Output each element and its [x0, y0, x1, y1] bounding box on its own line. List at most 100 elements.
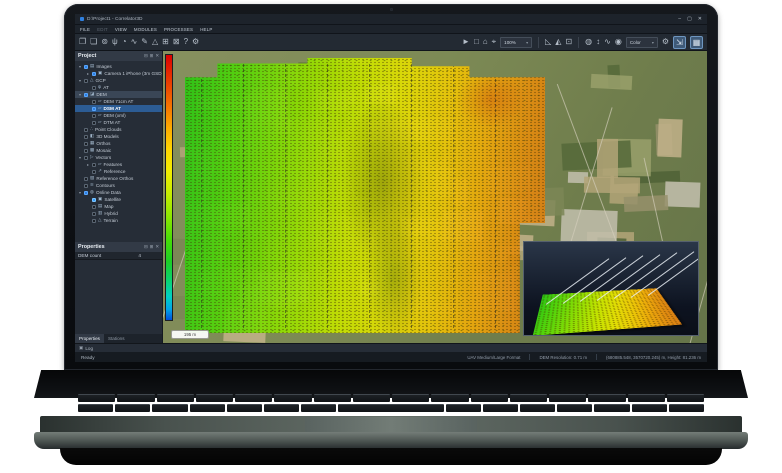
project-settings-icon[interactable]: ⊚ [101, 38, 108, 46]
tree-item-vectors[interactable]: ▾▷Vectors [75, 154, 162, 161]
close-button[interactable]: ✕ [698, 16, 702, 22]
tree-checkbox[interactable] [92, 114, 96, 118]
tree-checkbox[interactable] [84, 156, 88, 160]
orbit-3d-icon[interactable]: ◍ [585, 38, 592, 46]
menu-edit[interactable]: EDIT [97, 27, 108, 32]
measure-area-icon[interactable]: ◭ [555, 38, 561, 46]
map-viewport[interactable]: 195 m [163, 51, 707, 343]
dem-extraction-icon[interactable]: ◔ [122, 38, 127, 46]
menu-modules[interactable]: MODULES [134, 27, 157, 32]
close-icon[interactable]: ✕ [155, 244, 159, 250]
feature-extraction-icon[interactable]: ✎ [141, 38, 148, 46]
tree-item-images[interactable]: ▾▤Images [75, 63, 162, 70]
fullscreen-button[interactable]: ⇲ [673, 36, 686, 49]
exaggeration-icon[interactable]: ↕ [596, 38, 600, 46]
tree-item-reference-orthos[interactable]: ▧Reference Orthos [75, 175, 162, 182]
tree-item-gcp[interactable]: ▾△GCP [75, 77, 162, 84]
tree-checkbox[interactable] [92, 212, 96, 216]
tree-checkbox[interactable] [84, 177, 88, 181]
tree-item-online-data[interactable]: ▾◍Online Data [75, 189, 162, 196]
tree-checkbox[interactable] [92, 107, 96, 111]
tree-expand-icon[interactable]: ▾ [78, 64, 82, 69]
tree-checkbox[interactable] [84, 135, 88, 139]
aerial-triangulation-icon[interactable]: ψ [112, 38, 118, 46]
tree-item-satellite[interactable]: ▣Satellite [75, 196, 162, 203]
open-project-icon[interactable]: ❐ [79, 38, 86, 46]
mosaic-creation-icon[interactable]: ⊠ [173, 38, 180, 46]
tree-expand-icon[interactable]: ▾ [78, 190, 82, 195]
home-extents-icon[interactable]: ⌂ [483, 38, 488, 46]
zoom-icon[interactable]: ⌖ [492, 38, 497, 46]
tab-stations[interactable]: Stations [104, 334, 129, 343]
tree-expand-icon[interactable]: ▸ [86, 71, 90, 76]
pan-icon[interactable]: ► [462, 38, 470, 46]
measure-distance-icon[interactable]: ◺ [545, 38, 551, 46]
tree-item-reference[interactable]: ↗Reference [75, 168, 162, 175]
menu-help[interactable]: HELP [200, 27, 212, 32]
dock-icon[interactable]: ⊟ [144, 53, 148, 59]
tree-checkbox[interactable] [84, 65, 88, 69]
gcp-icon[interactable]: △ [152, 38, 158, 46]
select-icon[interactable]: □ [474, 38, 479, 46]
tree-checkbox[interactable] [92, 72, 96, 76]
close-icon[interactable]: ✕ [155, 53, 159, 59]
tree-checkbox[interactable] [84, 191, 88, 195]
menu-file[interactable]: FILE [80, 27, 90, 32]
tree-item-3d-models[interactable]: ◧3D Models [75, 133, 162, 140]
maximize-button[interactable]: ▢ [687, 16, 692, 22]
tree-checkbox[interactable] [92, 163, 96, 167]
display-settings-icon[interactable]: ⚙ [662, 38, 669, 46]
tree-checkbox[interactable] [84, 79, 88, 83]
profile-icon[interactable]: ∿ [604, 38, 611, 46]
color-mode-dropdown[interactable]: Color▾ [626, 37, 658, 48]
tree-checkbox[interactable] [84, 142, 88, 146]
tree-checkbox[interactable] [84, 184, 88, 188]
tree-item-dsm-at[interactable]: ▱DSM AT [75, 105, 162, 112]
inset-3d-button[interactable]: ▦ [690, 36, 703, 49]
tree-checkbox[interactable] [92, 198, 96, 202]
orthorectification-icon[interactable]: ⊞ [162, 38, 169, 46]
tree-checkbox[interactable] [84, 93, 88, 97]
tree-item-features[interactable]: ▸▱Features [75, 161, 162, 168]
tree-expand-icon[interactable]: ▾ [78, 155, 82, 160]
float-icon[interactable]: ⊞ [150, 53, 154, 59]
tree-item-dem-xml[interactable]: ▱DEM (xml) [75, 112, 162, 119]
tree-checkbox[interactable] [84, 128, 88, 132]
tree-item-dtm-at[interactable]: ▱DTM AT [75, 119, 162, 126]
tree-item-dem[interactable]: ▾◪DEM [75, 91, 162, 98]
tree-item-orthos[interactable]: ▦Orthos [75, 140, 162, 147]
help-icon[interactable]: ? [184, 38, 188, 46]
tree-item-point-clouds[interactable]: ∴Point Clouds [75, 126, 162, 133]
minimize-button[interactable]: – [678, 16, 681, 22]
tree-checkbox[interactable] [84, 149, 88, 153]
tree-item-at[interactable]: ψAT [75, 84, 162, 91]
engine-settings-icon[interactable]: ⚙ [192, 38, 199, 46]
dock-icon[interactable]: ⊟ [144, 244, 148, 250]
float-icon[interactable]: ⊞ [150, 244, 154, 250]
tree-checkbox[interactable] [92, 86, 96, 90]
inset-3d-view[interactable] [523, 241, 699, 336]
tree-checkbox[interactable] [92, 205, 96, 209]
tree-item-hybrid[interactable]: ▥Hybrid [75, 210, 162, 217]
tree-item-map[interactable]: ▤Map [75, 203, 162, 210]
log-panel-bar[interactable]: ▣ Log [75, 343, 707, 352]
menu-view[interactable]: VIEW [115, 27, 127, 32]
tree-checkbox[interactable] [92, 219, 96, 223]
menu-processes[interactable]: PROCESSES [164, 27, 193, 32]
tree-expand-icon[interactable]: ▾ [78, 78, 82, 83]
tree-item-mosaic[interactable]: ▩Mosaic [75, 147, 162, 154]
dem-editing-icon[interactable]: ∿ [131, 38, 138, 46]
new-project-icon[interactable]: ❏ [90, 38, 97, 46]
zoom-level-dropdown[interactable]: 100%▾ [500, 37, 532, 48]
globe-icon[interactable]: ◉ [615, 38, 622, 46]
tree-item-contours[interactable]: ≋Contours [75, 182, 162, 189]
tree-checkbox[interactable] [92, 121, 96, 125]
tree-item-camera-1-iphone-3m-gsd[interactable]: ▸▣Camera 1 iPhone (3m GSD) [75, 70, 162, 77]
tree-item-terrain[interactable]: △Terrain [75, 217, 162, 224]
tree-checkbox[interactable] [92, 100, 96, 104]
tree-item-dem-71cm-at[interactable]: ▱DEM 71cm AT [75, 98, 162, 105]
tree-checkbox[interactable] [92, 170, 96, 174]
zoom-window-icon[interactable]: ⊡ [565, 38, 572, 46]
tree-expand-icon[interactable]: ▾ [78, 92, 82, 97]
tab-properties[interactable]: Properties [75, 334, 104, 343]
